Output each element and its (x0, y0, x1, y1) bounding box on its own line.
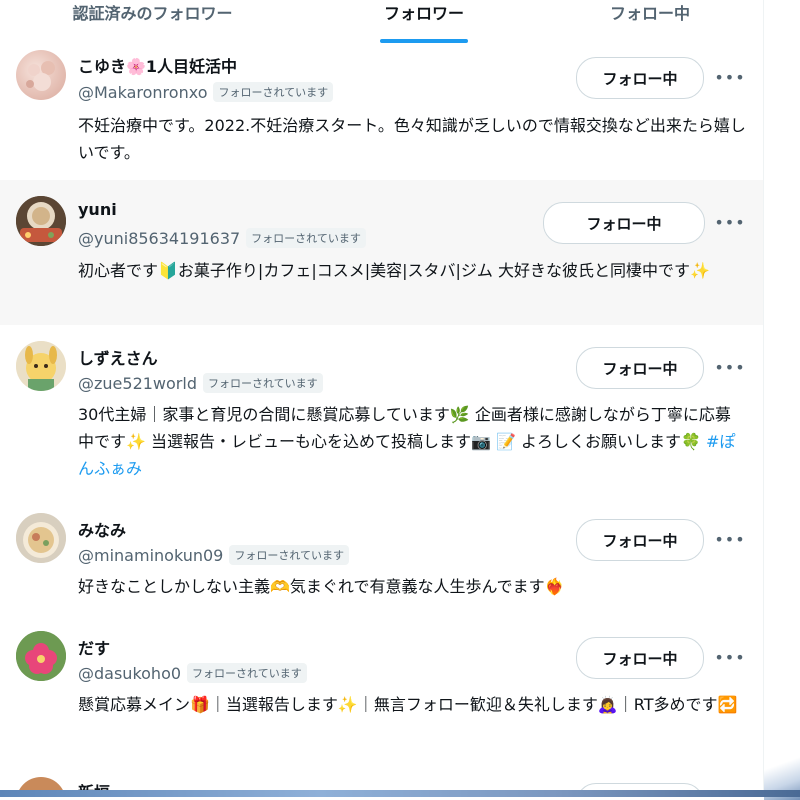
desktop-background-strip (0, 790, 800, 797)
followers-panel: 認証済みのフォロワー フォロワー フォロー中 こゆき🌸1人目妊活中 @Makar… (0, 0, 763, 797)
following-button[interactable]: フォロー中 (576, 57, 704, 99)
user-handle[interactable]: @zue521world フォローされています (78, 373, 323, 393)
user-row-dasukoho0[interactable]: だす @dasukoho0 フォローされています フォロー中 ••• 懸賞応募メイ… (0, 615, 763, 763)
following-button[interactable]: フォロー中 (576, 519, 704, 561)
more-options-icon[interactable]: ••• (714, 208, 744, 236)
tab-verified-followers[interactable]: 認証済みのフォロワー (40, 0, 265, 45)
follows-you-badge: フォローされています (202, 373, 323, 393)
user-handle[interactable]: @dasukoho0 フォローされています (78, 663, 307, 683)
user-row-makaronronxo[interactable]: こゆき🌸1人目妊活中 @Makaronronxo フォローされています フォロー中… (0, 45, 763, 180)
avatar[interactable] (16, 196, 66, 246)
user-display-name[interactable]: こゆき🌸1人目妊活中 (78, 53, 237, 77)
window-edge (763, 0, 800, 797)
avatar-ramen-icon (16, 513, 66, 563)
follows-you-badge: フォローされています (246, 228, 366, 248)
more-options-icon[interactable]: ••• (714, 63, 744, 91)
user-handle[interactable]: @yuni85634191637 フォローされています (78, 228, 366, 248)
user-display-name[interactable]: yuni (78, 200, 117, 219)
following-button[interactable]: フォロー中 (576, 637, 704, 679)
follows-you-badge: フォローされています (213, 82, 334, 102)
follows-you-badge: フォローされています (187, 663, 307, 683)
active-tab-indicator (380, 39, 468, 43)
user-display-name[interactable]: みなみ (78, 517, 126, 541)
follows-you-badge: フォローされています (229, 545, 350, 565)
user-bio: 不妊治療中です。2022.不妊治療スタート。色々知識が乏しいので情報交換など出来… (78, 116, 746, 162)
avatar-hibiscus-icon (16, 631, 66, 681)
avatar[interactable] (16, 341, 66, 391)
avatar[interactable] (16, 513, 66, 563)
avatar[interactable] (16, 50, 66, 100)
more-options-icon[interactable]: ••• (714, 643, 744, 671)
avatar-food-icon (16, 196, 66, 246)
user-display-name[interactable]: だす (78, 635, 110, 659)
user-row-minaminokun09[interactable]: みなみ @minaminokun09 フォローされています フォロー中 ••• 好… (0, 497, 763, 615)
user-handle[interactable]: @Makaronronxo フォローされています (78, 82, 334, 102)
user-bio: 懸賞応募メイン🎁｜当選報告します✨｜無言フォロー歓迎＆失礼します🙇‍♀️｜RT多… (78, 695, 738, 714)
user-bio: 初心者です🔰お菓子作り|カフェ|コスメ|美容|スタバ|ジム 大好きな彼氏と同棲中… (78, 261, 710, 280)
avatar[interactable] (16, 631, 66, 681)
user-display-name[interactable]: しずえさん (78, 345, 158, 369)
user-row-zue521world[interactable]: しずえさん @zue521world フォローされています フォロー中 ••• 3… (0, 325, 763, 497)
avatar-character-icon (16, 341, 66, 391)
user-row-yuni[interactable]: yuni @yuni85634191637 フォローされています フォロー中 ••… (0, 180, 763, 325)
more-options-icon[interactable]: ••• (714, 353, 744, 381)
follower-tabs: 認証済みのフォロワー フォロワー フォロー中 (0, 0, 763, 46)
user-bio: 30代主婦｜家事と育児の合間に懸賞応募しています🌿 企画者様に感謝しながら丁寧に… (78, 405, 736, 478)
user-bio: 好きなことしかしない主義🫶気まぐれで有意義な人生歩んでます❤️‍🔥 (78, 577, 565, 596)
user-handle[interactable]: @minaminokun09 フォローされています (78, 545, 350, 565)
more-options-icon[interactable]: ••• (714, 525, 744, 553)
following-button[interactable]: フォロー中 (543, 202, 705, 244)
following-button[interactable]: フォロー中 (576, 347, 704, 389)
tab-following[interactable]: フォロー中 (580, 0, 720, 45)
avatar-image-icon (26, 61, 55, 91)
